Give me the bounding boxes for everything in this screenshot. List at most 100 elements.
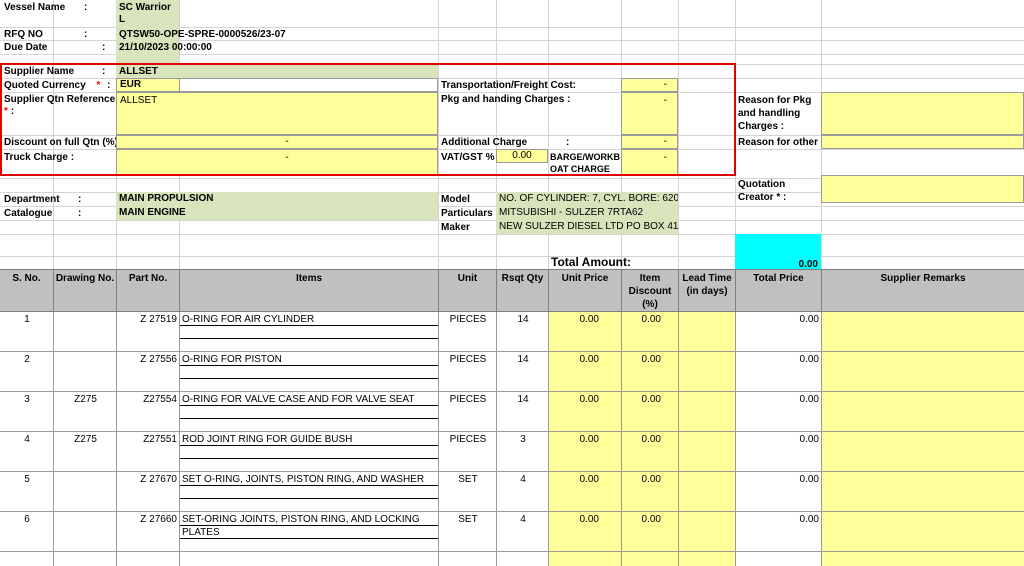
cell-qty: 14 — [517, 354, 529, 365]
col-header-part: Part No. — [117, 270, 180, 312]
cell-qty: 4 — [520, 514, 526, 525]
cell-total: 0.00 — [799, 314, 819, 325]
rfq-colon: : — [84, 29, 88, 40]
lead-time-input[interactable] — [679, 392, 736, 431]
remarks-input[interactable] — [822, 432, 1024, 471]
col-header-unit-price: Unit Price — [549, 270, 622, 312]
item-underline — [180, 338, 438, 339]
quotation-creator-line2: Creator * : — [738, 192, 787, 203]
remarks-input[interactable] — [822, 312, 1024, 351]
additional-charge-input[interactable]: - — [621, 135, 678, 149]
total-amount-label: Total Amount: — [551, 255, 631, 269]
particulars-value: MITSUBISHI - SULZER 7RTA62 — [496, 206, 678, 220]
col-header-lead-line1: Lead Time — [682, 273, 732, 284]
barge-charge-label-line2: OAT CHARGE — [550, 164, 610, 174]
remarks-input[interactable] — [822, 472, 1024, 511]
cell-sno: 2 — [24, 354, 30, 365]
barge-charge-label: BARGE/WORKB OAT CHARGE — [550, 151, 620, 175]
department-value: MAIN PROPULSION — [116, 192, 438, 206]
cell-part: Z 27670 — [140, 474, 177, 485]
remarks-input[interactable] — [822, 352, 1024, 391]
model-value: NO. OF CYLINDER: 7, CYL. BORE: 620 — [496, 192, 678, 206]
pkg-reason-line3: Charges : — [738, 121, 785, 132]
lead-time-input[interactable] — [679, 472, 736, 511]
other-reason-input[interactable] — [821, 135, 1024, 149]
required-mark: * — [96, 80, 101, 91]
cell-part: Z 27660 — [140, 514, 177, 525]
barge-charge-input[interactable]: - — [621, 149, 678, 175]
quotation-creator-line1: Quotation — [738, 179, 786, 190]
particulars-label: Particulars — [441, 208, 493, 219]
required-mark-text: * — [4, 106, 8, 117]
cell-price[interactable]: 0.00 — [549, 313, 599, 326]
pkg-reason-line2: and handling — [738, 108, 801, 119]
department-colon: : — [78, 194, 82, 205]
quoted-currency-select[interactable]: EUR — [116, 78, 180, 92]
col-header-items: Items — [180, 270, 439, 312]
cell-unit: SET — [458, 514, 478, 525]
item-underline — [180, 498, 438, 499]
lead-time-input[interactable] — [679, 352, 736, 391]
lead-time-input[interactable] — [679, 312, 736, 351]
col-header-total-price: Total Price — [736, 270, 822, 312]
cell-price[interactable]: 0.00 — [549, 513, 599, 526]
pkg-reason-input[interactable] — [821, 92, 1024, 135]
vat-label: VAT/GST % — [441, 152, 495, 163]
supplier-name-value: ALLSET — [116, 65, 438, 78]
lead-time-input[interactable] — [679, 512, 736, 551]
cell-part: Z 27556 — [140, 354, 177, 365]
quotation-sheet: Vessel Name : SC Warrior L RFQ NO : QTSW… — [0, 0, 1024, 566]
discount-input[interactable]: - — [116, 135, 438, 149]
quotation-creator-input[interactable] — [821, 175, 1024, 203]
pkg-charges-label: Pkg and handing Charges : — [441, 94, 571, 105]
cell-discount[interactable]: 0.00 — [622, 393, 661, 406]
cell-unit: PIECES — [449, 314, 487, 325]
currency-blank-field[interactable] — [179, 78, 438, 92]
catalogue-colon: : — [78, 208, 82, 219]
qtn-reference-input[interactable]: ALLSET — [116, 92, 438, 135]
vat-input[interactable]: 0.00 — [496, 149, 548, 163]
cell-qty: 4 — [520, 474, 526, 485]
cell-part: Z27551 — [143, 434, 177, 445]
truck-charge-input[interactable]: - — [116, 149, 438, 175]
vessel-colon: : — [84, 2, 88, 13]
cell-total: 0.00 — [799, 474, 819, 485]
col-header-remarks: Supplier Remarks — [822, 270, 1024, 312]
catalogue-label: Catalogue — [4, 208, 53, 219]
additional-charge-colon: : — [566, 137, 570, 148]
remarks-input[interactable] — [822, 512, 1024, 551]
cell-discount[interactable]: 0.00 — [622, 473, 661, 486]
col-header-sno: S. No. — [0, 270, 54, 312]
cell-discount[interactable]: 0.00 — [622, 433, 661, 446]
item-underline — [180, 538, 438, 539]
col-header-discount: Item Discount (%) — [622, 270, 679, 312]
cell-discount[interactable]: 0.00 — [622, 513, 661, 526]
cell-drawing: Z275 — [74, 394, 97, 405]
rfq-value: QTSW50-OPE-SPRE-0000526/23-07 — [119, 29, 286, 40]
cell-price[interactable]: 0.00 — [549, 393, 599, 406]
cell-qty: 14 — [517, 394, 529, 405]
cell-unit: SET — [458, 474, 478, 485]
cell-discount[interactable]: 0.00 — [622, 313, 661, 326]
cell-qty: 14 — [517, 314, 529, 325]
cell-price[interactable]: 0.00 — [549, 353, 599, 366]
col-header-unit: Unit — [439, 270, 497, 312]
cell-discount[interactable]: 0.00 — [622, 353, 661, 366]
cell-sno: 1 — [24, 314, 30, 325]
total-amount-value: 0.00 — [735, 234, 821, 270]
pkg-charges-input[interactable]: - — [621, 92, 678, 135]
quotation-creator-label: Quotation Creator * : — [738, 178, 786, 204]
required-mark: *: — [4, 106, 14, 118]
supplier-name-label: Supplier Name — [4, 66, 75, 77]
cell-total: 0.00 — [799, 514, 819, 525]
lead-time-input[interactable] — [679, 432, 736, 471]
due-date-colon: : — [102, 42, 106, 53]
cell-price[interactable]: 0.00 — [549, 473, 599, 486]
transport-cost-input[interactable]: - — [621, 78, 678, 92]
cell-price[interactable]: 0.00 — [549, 433, 599, 446]
remarks-input[interactable] — [822, 392, 1024, 431]
due-date-value: 21/10/2023 00:00:00 — [119, 42, 212, 53]
quoted-currency-colon: : — [107, 80, 111, 91]
row-border — [0, 551, 1024, 552]
col-header-drawing: Drawing No. — [54, 270, 117, 312]
